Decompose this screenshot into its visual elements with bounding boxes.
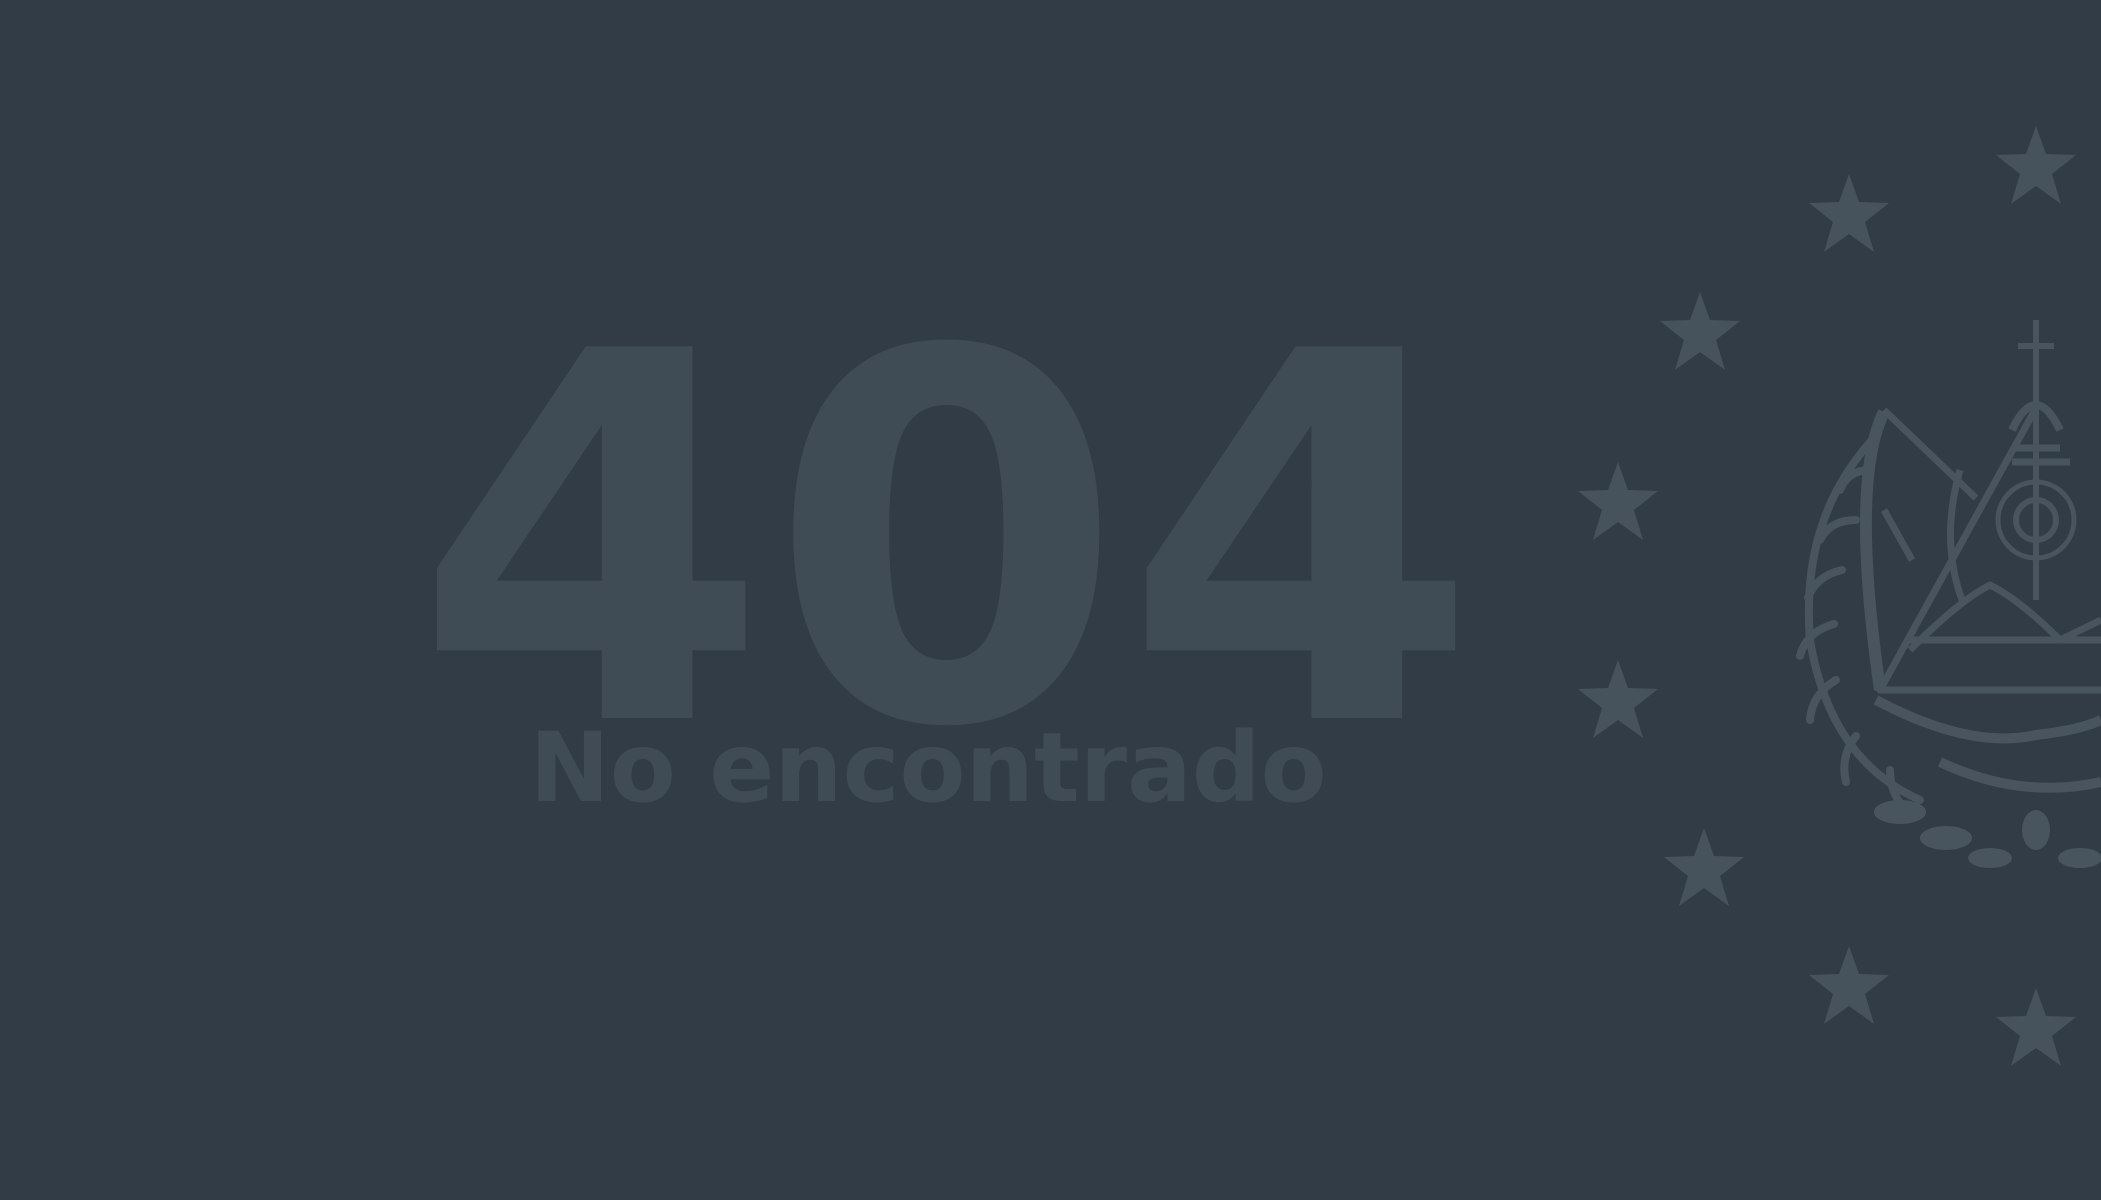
- not-found-page: 404 No encontrado: [0, 0, 2101, 1200]
- star-icon: [1996, 126, 2076, 204]
- star-icon: [1578, 462, 1658, 540]
- coat-of-arms-icon: [1578, 126, 2101, 1066]
- bottom-branches: [1874, 800, 2101, 868]
- error-message: No encontrado: [529, 712, 1327, 824]
- star-icon: [1578, 660, 1658, 738]
- motto-ribbon: [1873, 695, 2101, 793]
- star-icon: [1996, 988, 2076, 1066]
- star-icon: [1809, 946, 1889, 1024]
- star-icon: [1660, 292, 1740, 370]
- star-icon: [1664, 828, 1744, 906]
- star-ring: [1578, 126, 2076, 1066]
- star-icon: [1809, 174, 1889, 252]
- laurel-wreath: [1796, 436, 1924, 812]
- emblem-shield: [1859, 320, 2101, 694]
